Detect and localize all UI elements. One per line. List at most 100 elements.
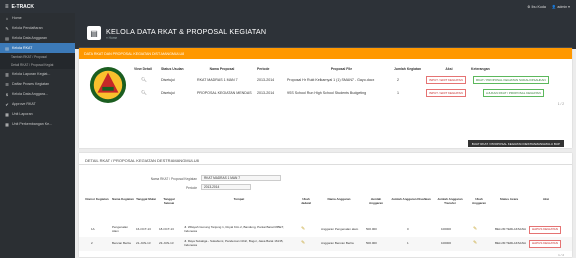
magnifier-icon: 🔍︎: [141, 90, 147, 95]
status-cell: Disetujui: [161, 91, 175, 95]
pencil-icon: ✎: [473, 240, 478, 247]
location: Jl. Wilayah Gunung Tanjung 1, Royal Ktm.…: [184, 225, 284, 233]
user-role-menu[interactable]: ⚙ Ibu Kuda: [527, 5, 546, 9]
table-row: 2 Bencan Berita 21-JUN-13 23-JUN-13 Jl. …: [79, 237, 572, 251]
period-field: 2013-2014: [201, 184, 251, 190]
status-acara: BELUM TERLAKSANA: [495, 227, 526, 232]
start-date: 16-OCT-13: [136, 227, 151, 232]
main-content: ▤ KELOLA DATA RKAT & PROPOSAL KEGIATAN »…: [75, 13, 576, 258]
sidebar-item-label: Home: [12, 16, 22, 20]
proposal-name: PROPOSAL KEGIATAN MENDAS: [197, 91, 252, 95]
user-role-label: Ibu Kuda: [531, 4, 546, 9]
detail-panel: DETAIL RKAT / PROPOSAL KEGIATAN DESTRAMA…: [79, 153, 572, 257]
breadcrumb[interactable]: » Home: [106, 36, 117, 40]
edit-schedule-button[interactable]: ✎: [301, 237, 311, 251]
input-edit-kegiatan-button[interactable]: INPUT / EDIT KEGIATAN: [426, 89, 466, 97]
budget-transfer: 100000: [441, 241, 452, 246]
sidebar-item-proses-kegiatan[interactable]: ☰ Daftar Proses Kegiatan: [0, 79, 75, 89]
sidebar-item-unit-laporan[interactable]: ▦ Unit Laporan: [0, 109, 75, 119]
sidebar-item-label: Kelola RKAT: [12, 46, 33, 50]
budget-name: Anggaran Pengenalan alam: [321, 227, 359, 232]
hamburger-icon[interactable]: ≡: [5, 4, 9, 10]
column-header: Status Usulan: [161, 67, 184, 71]
budget-transfer: 100000: [441, 227, 452, 232]
table-row: 1A Pengenalan Alam 16-OCT-13 18-OCT-13 J…: [79, 223, 572, 237]
edit-budget-button[interactable]: ✎: [473, 223, 483, 237]
book-icon: ▥: [5, 71, 9, 77]
file-icon: ▤: [5, 35, 9, 41]
page-title: KELOLA DATA RKAT & PROPOSAL KEGIATAN: [106, 27, 267, 36]
pencil-icon: ✎: [473, 226, 478, 233]
column-header: Aksi: [445, 67, 453, 71]
view-detail-button[interactable]: 🔍︎: [141, 75, 151, 85]
field-label: Periode: [186, 186, 197, 190]
kegiatan-name: Pengenalan Alam: [112, 225, 129, 233]
brand[interactable]: ≡ E-TRACK: [0, 4, 75, 10]
column-header: Tanggal Selesai: [163, 197, 175, 205]
view-detail-button[interactable]: 🔍︎: [141, 88, 151, 98]
edit-icon: ✎: [5, 25, 9, 31]
proposal-file-link[interactable]: Proposal Hr Rukt Kelkarnyal 1 (1) SMAN7 …: [287, 75, 392, 85]
sidebar-item-label: Daftar Proses Kegiatan: [12, 82, 50, 86]
page-header: ▤ KELOLA DATA RKAT & PROPOSAL KEGIATAN »…: [75, 13, 576, 49]
edit-budget-button[interactable]: ✎: [473, 237, 483, 251]
edit-schedule-button[interactable]: ✎: [301, 223, 311, 237]
pagination[interactable]: 1 / 2: [558, 253, 564, 257]
proposal-file-link[interactable]: 9SS School Run High School Students Budg…: [287, 88, 392, 98]
sidebar-subitem-tambah[interactable]: Tambah RKAT / Proposal: [0, 53, 75, 61]
sidebar-item-home[interactable]: ⌂ Home: [0, 13, 75, 23]
sidebar-item-approve-rkat[interactable]: ✔ Approve RKAT: [0, 99, 75, 109]
status-cell: Disetujui: [161, 78, 175, 82]
column-header: Proposal File: [330, 67, 353, 71]
column-header: Jumlah Anggaran: [368, 197, 383, 205]
home-icon: ⌂: [5, 15, 9, 21]
column-header: Nama Kegiatan: [112, 197, 134, 201]
column-header: Tanggal Mulai: [136, 197, 156, 201]
table-header: View Detail Status Usulan Nama Proposal …: [79, 64, 572, 74]
sidebar-item-label: Kelola Data Anggaran: [12, 36, 47, 40]
end-date: 18-OCT-13: [159, 227, 174, 232]
list-icon: ☰: [5, 81, 9, 87]
budget-amount: 500.000: [366, 241, 377, 246]
kegiatan-name: Bencan Berita: [112, 241, 131, 246]
field-label: Nama RKAT / Proposal Kegiatan: [150, 177, 197, 181]
end-date: 23-JUN-13: [159, 241, 174, 246]
location: Jl. Raya Sukatiga - Sukabumi, Pandeman C…: [184, 239, 284, 247]
sidebar-item-unit-perkembangan[interactable]: ▦ Unit Perkembangan Ke...: [0, 119, 75, 129]
sidebar-item-data-anggara[interactable]: $ Kelola Data Anggara...: [0, 89, 75, 99]
table-row: 🔍︎ Disetujui PROPOSAL KEGIATAN MENDAS 20…: [79, 88, 572, 98]
column-header: Jumlah Kegiatan: [394, 67, 422, 71]
status-acara: BELUM TERLAKSANA: [495, 241, 526, 246]
sidebar-subitem-detail[interactable]: Detail RKAT / Proposal Kegiat: [0, 61, 75, 69]
hapus-kegiatan-button[interactable]: HAPUS KEGIATAN: [529, 240, 561, 248]
sidebar-item-data-anggaran[interactable]: ▤ Kelola Data Anggaran: [0, 33, 75, 43]
pencil-icon: ✎: [301, 240, 306, 247]
column-header: Ubah Jadwal: [300, 197, 311, 205]
budget-amount: 500.000: [366, 227, 377, 232]
sidebar: ⌂ Home ✎ Kelola Pendaftaran ▤ Kelola Data A…: [0, 13, 75, 258]
sidebar-item-laporan-kegiatan[interactable]: ▥ Kelola Laporan Kegiat...: [0, 69, 75, 79]
budget-name: Anggaran Bencan Berita: [321, 241, 354, 246]
column-header: Nama Anggaran: [327, 197, 351, 201]
ajukan-rkat-button[interactable]: AJUKAN RKAT / PROPOSAL KEGIATAN: [483, 89, 544, 97]
top-navbar: ≡ E-TRACK ⚙ Ibu Kuda 👤 admin ▾: [0, 0, 576, 13]
pagination[interactable]: 1 / 2: [558, 102, 564, 106]
status-badge: RKAT / PROPOSAL KEGIATAN SUDAH DISAHKAN: [473, 76, 549, 84]
brand-label: E-TRACK: [11, 3, 35, 10]
sidebar-item-label: Unit Laporan: [12, 112, 33, 116]
column-header: Status Acara: [499, 197, 519, 201]
sidebar-item-label: Kelola Data Anggara...: [12, 92, 48, 96]
check-icon: ✔: [5, 101, 9, 107]
start-date: 21-JUN-13: [136, 241, 151, 246]
sidebar-item-rkat[interactable]: ▤ Kelola RKAT: [0, 43, 75, 53]
magnifier-icon: 🔍︎: [141, 77, 147, 82]
buat-rkat-button[interactable]: BUAT RKAT / PROPOSAL KEGIATAN DESTRAMANG…: [467, 140, 564, 147]
hapus-kegiatan-button[interactable]: HAPUS KEGIATAN: [529, 226, 561, 234]
user-menu[interactable]: 👤 admin ▾: [552, 5, 570, 9]
column-header: Periode: [257, 67, 270, 71]
sidebar-item-pendaftaran[interactable]: ✎ Kelola Pendaftaran: [0, 23, 75, 33]
column-header: Jumlah Anggaran Transfer: [437, 197, 463, 205]
input-edit-kegiatan-button[interactable]: INPUT / EDIT KEGIATAN: [426, 76, 466, 84]
chart-icon: ▦: [5, 121, 9, 127]
user-name-label: admin: [557, 4, 568, 9]
